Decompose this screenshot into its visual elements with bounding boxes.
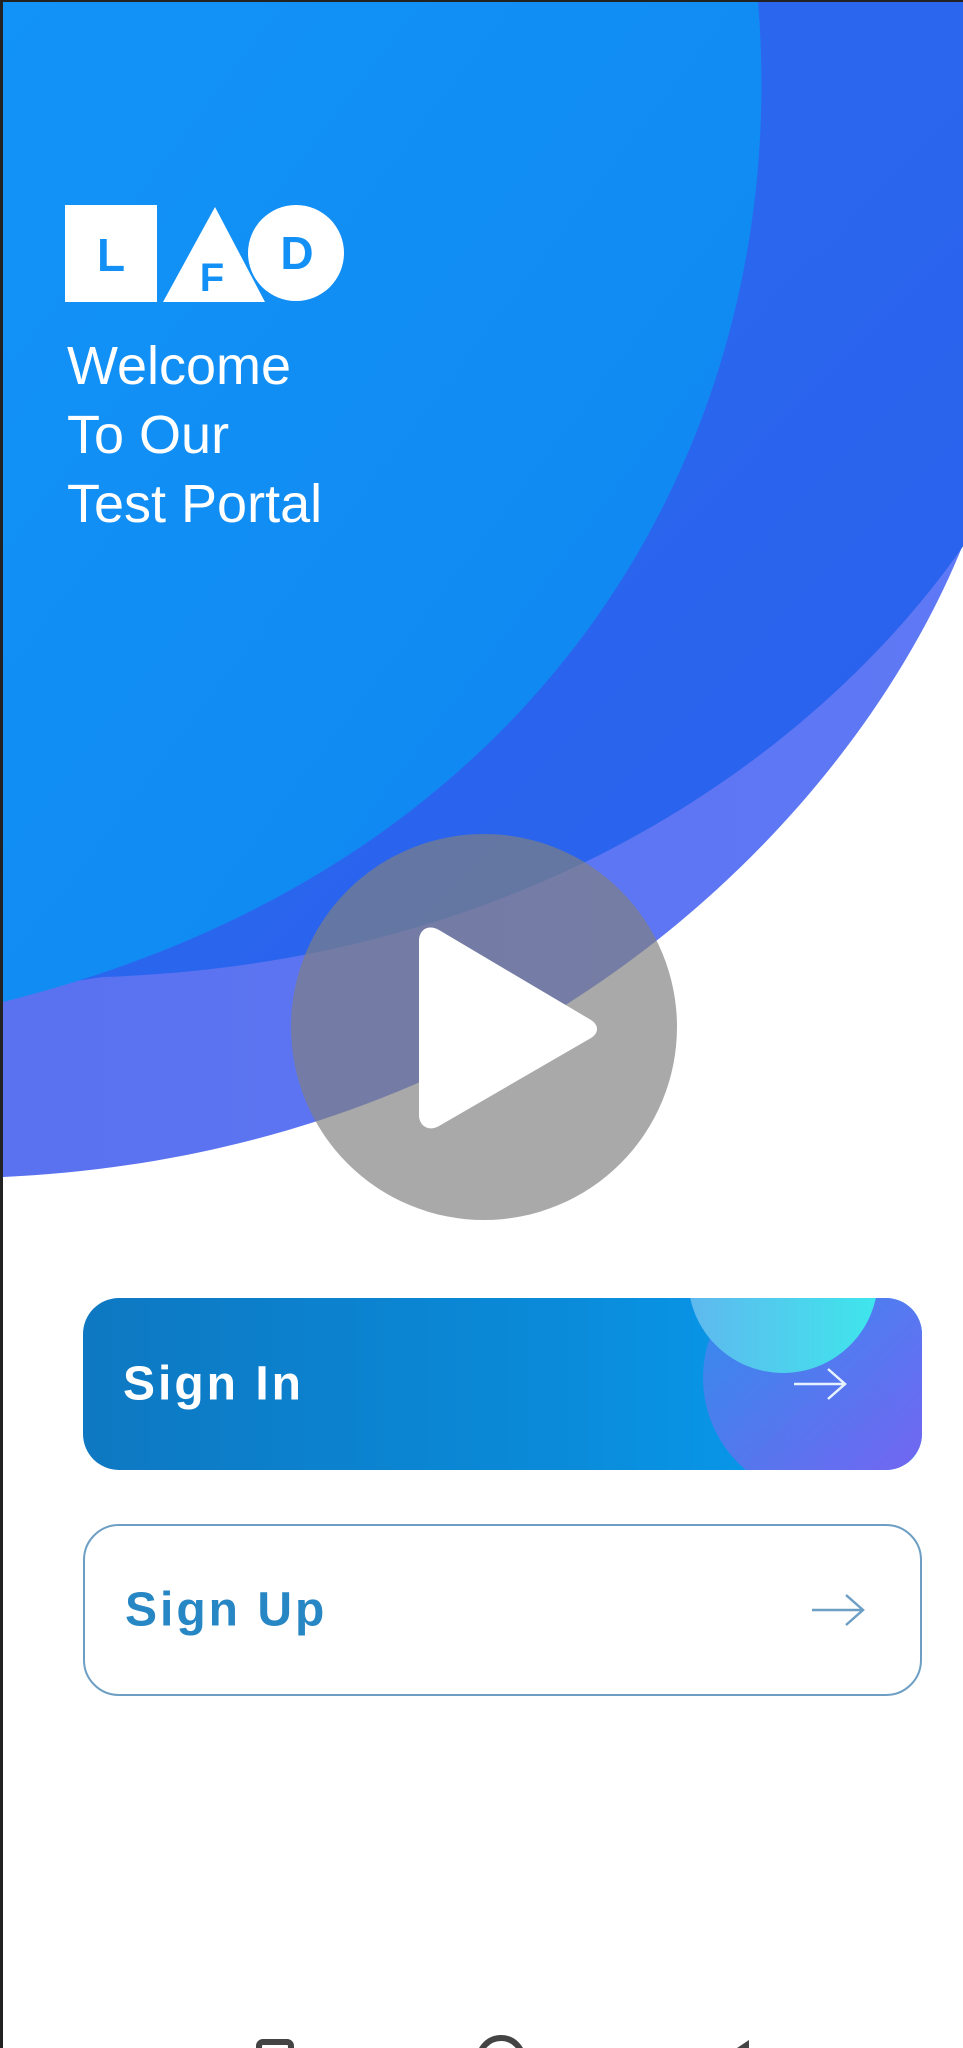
- welcome-line-3: Test Portal: [67, 474, 323, 534]
- video-play-button[interactable]: [291, 834, 677, 1220]
- arrow-right-icon: [794, 1368, 847, 1400]
- play-icon: [419, 927, 597, 1129]
- logo-letter-l: L: [97, 229, 125, 281]
- recents-icon[interactable]: [245, 2030, 305, 2048]
- logo-letter-f: F: [200, 256, 224, 300]
- sign-in-button[interactable]: Sign In: [83, 1298, 922, 1470]
- logo-letter-d: D: [280, 227, 313, 279]
- welcome-line-2: To Our: [67, 405, 230, 465]
- back-icon[interactable]: [705, 2030, 765, 2048]
- arrow-right-icon: [812, 1594, 865, 1626]
- welcome-screen: L F D Welcome To Our Test Portal Sign In…: [0, 0, 963, 2048]
- home-icon[interactable]: [471, 2030, 531, 2048]
- sign-in-label: Sign In: [123, 1357, 304, 1411]
- system-nav-bar: [3, 2022, 963, 2048]
- lfd-logo: L F D: [65, 205, 344, 302]
- sign-up-button[interactable]: Sign Up: [83, 1524, 922, 1696]
- sign-up-label: Sign Up: [125, 1583, 328, 1637]
- welcome-line-1: Welcome: [67, 336, 292, 396]
- welcome-heading: Welcome To Our Test Portal: [67, 332, 322, 539]
